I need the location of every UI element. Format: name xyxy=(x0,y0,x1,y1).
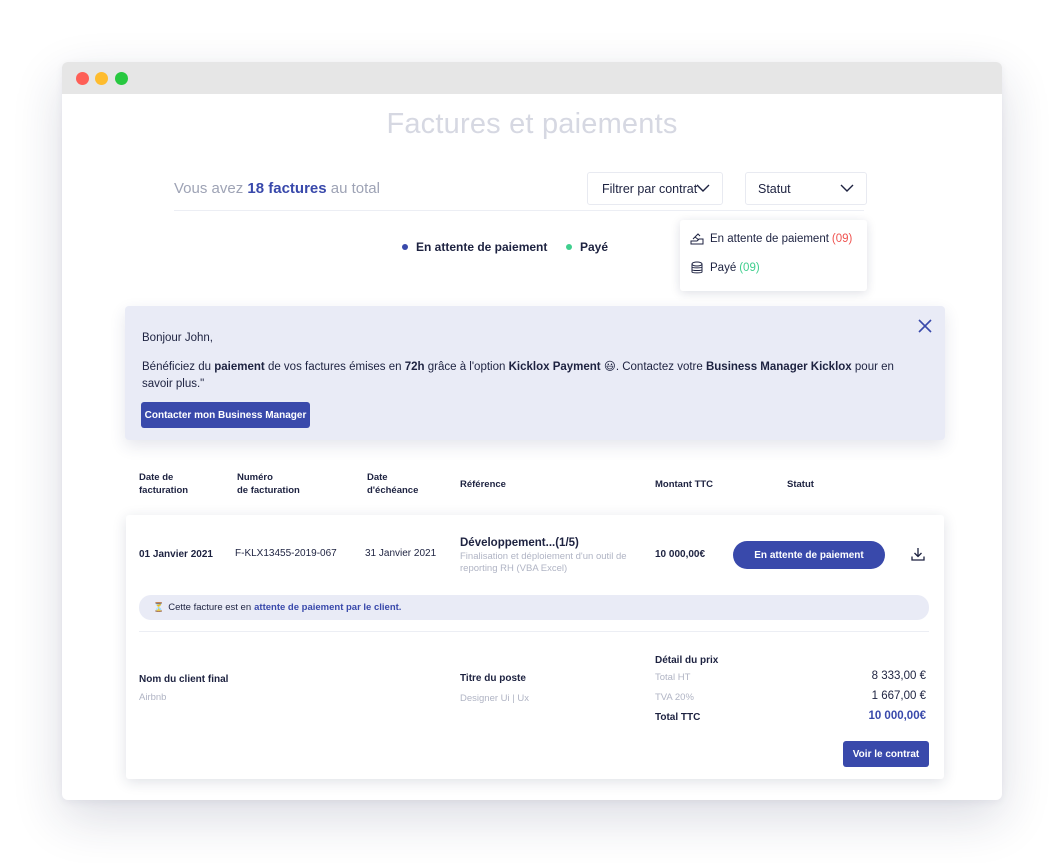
job-title-value: Designer Ui | Ux xyxy=(460,693,529,704)
total-ttc-value: 10 000,00€ xyxy=(868,710,926,722)
header-status: Statut xyxy=(787,479,814,490)
price-detail-label: Détail du prix xyxy=(655,655,719,666)
invoice-number: F-KLX13455-2019-067 xyxy=(235,548,337,559)
card-divider xyxy=(139,631,929,632)
status-count-pending: (09) xyxy=(831,233,853,245)
status-filter-select[interactable]: Statut xyxy=(745,172,867,205)
contract-filter-label: Filtrer par contrat xyxy=(602,181,698,196)
header-due-date: Date d'échéance xyxy=(367,472,419,496)
client-name-label: Nom du client final xyxy=(139,674,229,685)
invoice-status-badge[interactable]: En attente de paiement xyxy=(733,541,885,569)
smile-emoji-icon: 😃 xyxy=(603,361,616,373)
status-filter-label: Statut xyxy=(758,181,791,196)
contract-filter-select[interactable]: Filtrer par contrat xyxy=(587,172,723,205)
download-icon[interactable] xyxy=(910,546,926,562)
close-window-button[interactable] xyxy=(76,72,89,85)
invoice-date: 01 Janvier 2021 xyxy=(139,549,213,560)
hourglass-icon: ⏳ xyxy=(153,602,165,612)
status-count-paid: (09) xyxy=(739,262,760,274)
invoice-status-notice: ⏳ Cette facture est en attente de paieme… xyxy=(139,595,929,620)
invoice-card: 01 Janvier 2021 F-KLX13455-2019-067 31 J… xyxy=(126,515,944,779)
invoice-amount: 10 000,00€ xyxy=(655,549,706,560)
legend-item-pending: En attente de paiement xyxy=(402,240,547,254)
banner-message: Bénéficiez du paiement de vos factures é… xyxy=(142,361,894,390)
banner-greeting: Bonjour John, xyxy=(142,332,213,344)
chevron-down-icon xyxy=(696,184,710,192)
status-dropdown-menu: En attente de paiement (09) Payé (09) xyxy=(680,220,867,291)
job-title-label: Titre du poste xyxy=(460,673,526,684)
invoice-due-date: 31 Janvier 2021 xyxy=(365,548,437,559)
maximize-window-button[interactable] xyxy=(115,72,128,85)
browser-window: Factures et paiements Vous avez 18 factu… xyxy=(62,62,1002,800)
legend-dot-paid xyxy=(566,244,572,250)
total-ttc-label: Total TTC xyxy=(655,712,701,723)
summary-divider xyxy=(174,210,864,211)
coins-stack-icon xyxy=(691,261,703,274)
minimize-window-button[interactable] xyxy=(95,72,108,85)
pending-payment-icon xyxy=(690,233,704,245)
legend-dot-pending xyxy=(402,244,408,250)
header-amount: Montant TTC xyxy=(655,479,714,490)
contact-business-manager-button[interactable]: Contacter mon Business Manager xyxy=(141,402,310,428)
client-name-value: Airbnb xyxy=(139,692,167,703)
total-ht-label: Total HT xyxy=(655,672,691,683)
status-option-pending[interactable]: En attente de paiement (09) xyxy=(690,232,852,246)
payment-promo-banner: Bonjour John, Bénéficiez du paiement de … xyxy=(125,306,945,440)
status-option-paid[interactable]: Payé (09) xyxy=(690,261,760,275)
chevron-down-icon xyxy=(840,184,854,192)
close-icon[interactable] xyxy=(917,318,933,334)
invoice-reference-description: Finalisation et déploiement d'un outil d… xyxy=(460,551,627,574)
invoice-summary: Vous avez 18 factures au total xyxy=(174,180,380,197)
header-reference: Référence xyxy=(460,479,506,490)
view-contract-button[interactable]: Voir le contrat xyxy=(843,741,929,767)
legend-item-paid: Payé xyxy=(566,240,608,254)
invoice-reference-title: Développement...(1/5) xyxy=(460,537,579,549)
total-ht-value: 8 333,00 € xyxy=(871,670,926,682)
page-title: Factures et paiements xyxy=(386,108,678,140)
header-invoice-date: Date de facturation xyxy=(139,472,189,496)
tva-value: 1 667,00 € xyxy=(871,690,926,702)
invoice-count: 18 factures xyxy=(247,180,327,197)
window-titlebar xyxy=(62,62,1002,94)
tva-label: TVA 20% xyxy=(655,692,694,703)
header-invoice-number: Numéro de facturation xyxy=(237,472,300,496)
